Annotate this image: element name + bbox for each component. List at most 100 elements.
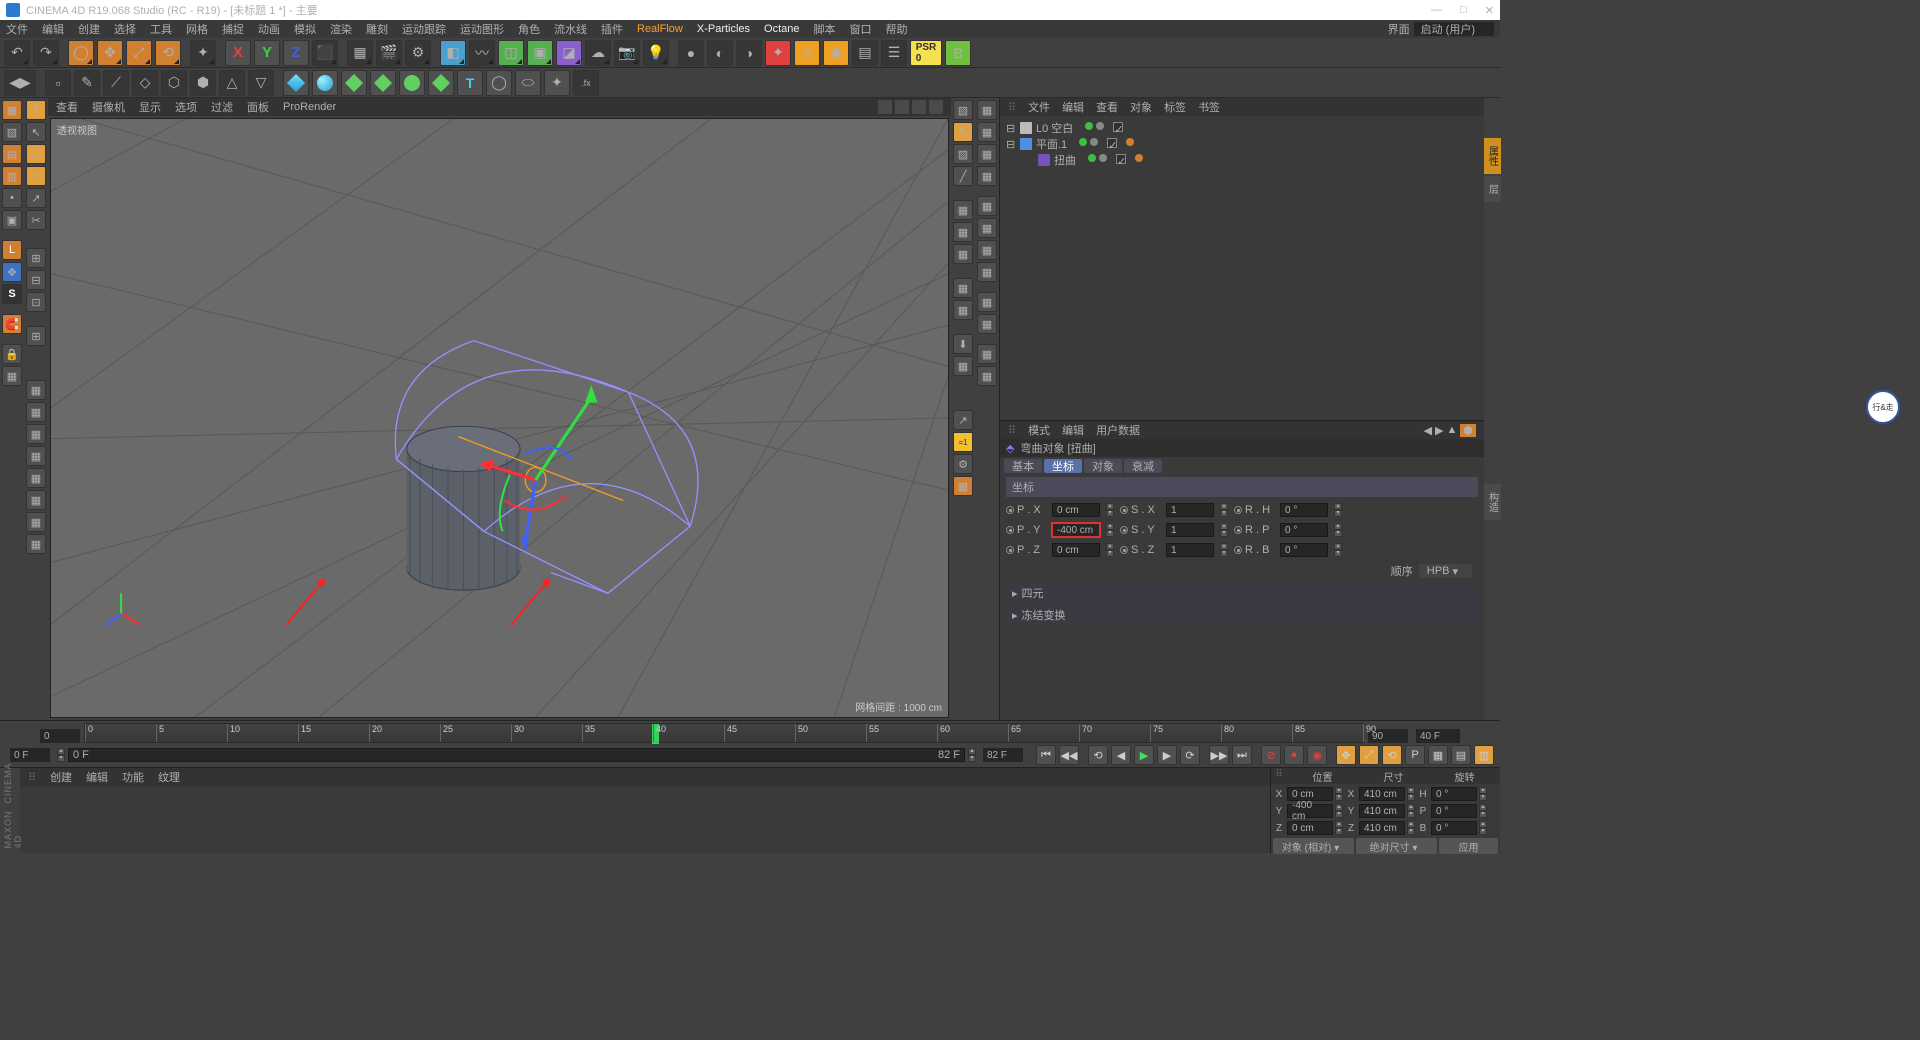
scale-button[interactable]: ⤢ — [126, 40, 152, 66]
menu-工具[interactable]: 工具 — [150, 21, 172, 37]
snap-s[interactable]: S — [2, 284, 22, 304]
magnet[interactable]: 🧲 — [2, 314, 22, 334]
vp-menu-面板[interactable]: 面板 — [247, 99, 269, 115]
menu-渲染[interactable]: 渲染 — [330, 21, 352, 37]
goto-start-button[interactable]: ⏮ — [1036, 745, 1056, 765]
r2-2[interactable]: ▦ — [977, 122, 997, 142]
environment-button[interactable]: ☁ — [585, 40, 611, 66]
xp-tool-7[interactable]: ▤ — [852, 40, 878, 66]
start-frame-box[interactable]: 0 — [40, 729, 80, 743]
attr-tab-坐标[interactable]: 坐标 — [1044, 459, 1082, 473]
vtab-1[interactable]: 属性 — [1484, 138, 1501, 174]
sel-tool-2[interactable]: ✎ — [74, 70, 100, 96]
grid-c[interactable]: ⊡ — [26, 292, 46, 312]
coord-combo-1[interactable]: 对象 (相对) ▾ — [1273, 838, 1354, 854]
obj-menu-文件[interactable]: 文件 — [1028, 99, 1050, 115]
grid-6[interactable]: ▦ — [26, 490, 46, 510]
lasso-tool[interactable]: ◠ — [26, 166, 46, 186]
r2-3[interactable]: ▦ — [977, 144, 997, 164]
prim-5[interactable] — [399, 70, 425, 96]
rtool-5[interactable]: ▦ — [953, 200, 973, 220]
coord-system-button[interactable]: ⬛ — [312, 40, 338, 66]
key-button[interactable]: ◉ — [1307, 745, 1327, 765]
cursor-tool[interactable]: ↗ — [26, 188, 46, 208]
sel-tool-4[interactable]: ◇ — [132, 70, 158, 96]
render-settings-button[interactable]: ⚙ — [405, 40, 431, 66]
obj-menu-对象[interactable]: 对象 — [1130, 99, 1152, 115]
range-start[interactable]: 0 F — [10, 748, 50, 762]
render-view-button[interactable]: ▦ — [347, 40, 373, 66]
grid-1[interactable]: ▦ — [26, 380, 46, 400]
attr-tab-衰减[interactable]: 衰减 — [1124, 459, 1162, 473]
grid-5[interactable]: ▦ — [26, 468, 46, 488]
pz-input[interactable]: 0 cm — [1052, 543, 1100, 557]
rb-input[interactable]: 0 ° — [1280, 543, 1328, 557]
menu-运动跟踪[interactable]: 运动跟踪 — [402, 21, 446, 37]
rtool-12[interactable]: ↗ — [953, 410, 973, 430]
rect-tool[interactable]: ▭ — [26, 144, 46, 164]
xp-tool-2[interactable]: ◐ — [707, 40, 733, 66]
mat-menu-功能[interactable]: 功能 — [122, 769, 144, 785]
rh-input[interactable]: 0 ° — [1280, 503, 1328, 517]
attr-menu-模式[interactable]: 模式 — [1028, 422, 1050, 438]
rtool-2[interactable]: ✎ — [953, 122, 973, 142]
vp-menu-过滤[interactable]: 过滤 — [211, 99, 233, 115]
menu-流水线[interactable]: 流水线 — [554, 21, 587, 37]
sel-tool-5[interactable]: ⬡ — [161, 70, 187, 96]
r2-10[interactable]: ▦ — [977, 314, 997, 334]
prev-key-button[interactable]: ◀◀ — [1059, 745, 1079, 765]
grid-2[interactable]: ▦ — [26, 402, 46, 422]
rtool-3[interactable]: ▨ — [953, 144, 973, 164]
maximize-button[interactable]: □ — [1460, 4, 1467, 17]
misc1-button[interactable]: ▤ — [1451, 745, 1471, 765]
vp-menu-查看[interactable]: 查看 — [56, 99, 78, 115]
prim-3[interactable] — [341, 70, 367, 96]
loop-button[interactable]: ⟲ — [1088, 745, 1108, 765]
r2-7[interactable]: ▦ — [977, 240, 997, 260]
subdiv-button[interactable]: ▣ — [527, 40, 553, 66]
menu-网格[interactable]: 网格 — [186, 21, 208, 37]
generator-button[interactable]: ◫ — [498, 40, 524, 66]
rtool-cube[interactable]: ▦ — [953, 476, 973, 496]
r2-8[interactable]: ▦ — [977, 262, 997, 282]
xp-tool-9[interactable]: B — [945, 40, 971, 66]
freeze-transform-row[interactable]: 冻结变换 — [1006, 605, 1478, 625]
obj-menu-编辑[interactable]: 编辑 — [1062, 99, 1084, 115]
prim-6[interactable] — [428, 70, 454, 96]
rp-input[interactable]: 0 ° — [1280, 523, 1328, 537]
menu-RealFlow[interactable]: RealFlow — [637, 23, 683, 35]
play-button[interactable]: ▶ — [1134, 745, 1154, 765]
ruler[interactable]: 051015202530354045505560657075808590 — [84, 723, 1364, 743]
coord-combo-2[interactable]: 绝对尺寸 ▾ — [1356, 838, 1437, 854]
attr-tab-对象[interactable]: 对象 — [1084, 459, 1122, 473]
obj-row-1[interactable]: ⊟平面.1 ✓ — [1006, 136, 1478, 152]
scale-key-button[interactable]: ⤢ — [1359, 745, 1379, 765]
range-bar[interactable]: 0 F 82 F — [68, 748, 965, 762]
vp-menu-ProRender[interactable]: ProRender — [283, 101, 336, 113]
obj-menu-查看[interactable]: 查看 — [1096, 99, 1118, 115]
render-picture-button[interactable]: 🎬 — [376, 40, 402, 66]
xp-tool-1[interactable]: ● — [678, 40, 704, 66]
obj-menu-标签[interactable]: 标签 — [1164, 99, 1186, 115]
obj-row-0[interactable]: ⊟L0 空白 ✓ — [1006, 120, 1478, 136]
help-tool[interactable]: ? — [26, 100, 46, 120]
grid-8[interactable]: ▦ — [26, 534, 46, 554]
r2-6[interactable]: ▦ — [977, 218, 997, 238]
prim-8[interactable]: ⬭ — [515, 70, 541, 96]
grid-7[interactable]: ▦ — [26, 512, 46, 532]
obj-menu-书签[interactable]: 书签 — [1198, 99, 1220, 115]
px-input[interactable]: 0 cm — [1052, 503, 1100, 517]
object-tree[interactable]: ⊟L0 空白 ✓⊟平面.1 ✓ 扭曲 ✓ — [1000, 116, 1484, 172]
xp-tool-8[interactable]: ☰ — [881, 40, 907, 66]
menu-模拟[interactable]: 模拟 — [294, 21, 316, 37]
prim-7[interactable]: ◯ — [486, 70, 512, 96]
prim-1[interactable] — [283, 70, 309, 96]
prim-text[interactable]: T — [457, 70, 483, 96]
current-frame-box[interactable]: 40 F — [1416, 729, 1460, 743]
move-button[interactable]: ✥ — [97, 40, 123, 66]
arrow-tool[interactable]: ↖ — [26, 122, 46, 142]
vp-menu-摄像机[interactable]: 摄像机 — [92, 99, 125, 115]
vp-layout-icon-1[interactable] — [895, 100, 909, 114]
workplane-mode[interactable]: ▤ — [2, 144, 22, 164]
vp-layout-icon-0[interactable] — [878, 100, 892, 114]
